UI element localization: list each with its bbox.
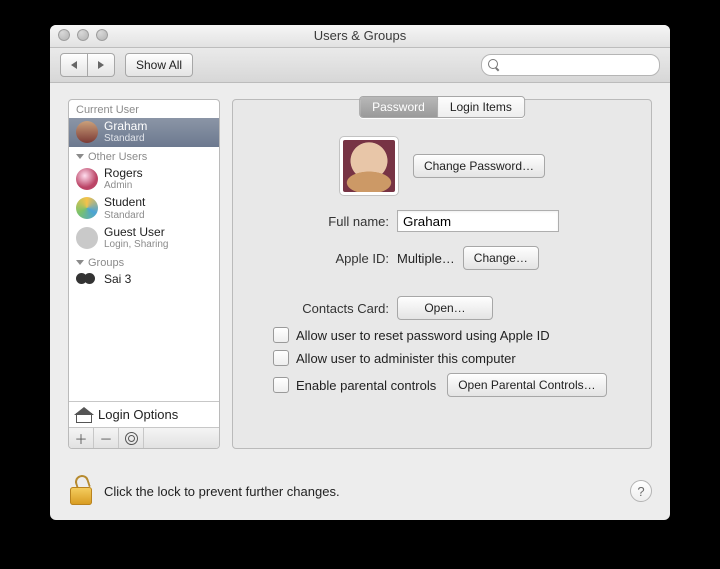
login-options-label: Login Options [98,407,178,422]
lock-hint-text: Click the lock to prevent further change… [104,484,340,499]
checkbox-administer[interactable] [273,350,289,366]
user-name: Rogers [104,167,143,180]
avatar-icon [76,197,98,219]
change-appleid-button[interactable]: Change… [463,246,539,270]
group-name: Sai 3 [104,273,131,286]
checkbox-row-reset[interactable]: Allow user to reset password using Apple… [273,327,633,343]
sidebar-action-menu[interactable] [119,428,144,448]
zoom-window-button[interactable] [96,29,108,41]
gear-icon [125,432,138,445]
sidebar-user-rogers[interactable]: Rogers Admin [69,165,219,194]
sidebar-header-other[interactable]: Other Users [69,147,219,165]
detail-panel: Password Login Items Change Password… Fu… [232,99,652,449]
search-input[interactable] [492,57,673,74]
user-role: Standard [104,210,145,221]
panel-tabs: Password Login Items [359,96,525,118]
search-field[interactable] [481,54,660,76]
open-contacts-button[interactable]: Open… [397,296,493,320]
titlebar: Users & Groups [50,25,670,48]
avatar-icon [76,227,98,249]
tab-login-items[interactable]: Login Items [438,97,524,117]
house-icon [76,408,92,422]
sidebar-group-0[interactable]: Sai 3 [69,271,219,290]
toolbar: Show All [50,48,670,83]
sidebar-user-guest[interactable]: Guest User Login, Sharing [69,224,219,253]
close-window-button[interactable] [58,29,70,41]
checkbox-label: Allow user to reset password using Apple… [296,328,550,343]
lock-icon[interactable] [68,476,94,506]
login-options-button[interactable]: Login Options [69,401,219,427]
sidebar-user-student[interactable]: Student Standard [69,194,219,223]
user-role: Admin [104,180,143,191]
sidebar-user-current[interactable]: Graham Standard [69,118,219,147]
footer: Click the lock to prevent further change… [68,476,652,506]
fullname-field[interactable] [397,210,559,232]
checkbox-row-parental[interactable]: Enable parental controls Open Parental C… [273,373,633,397]
user-role: Standard [104,133,147,144]
user-name: Student [104,196,145,209]
fullname-label: Full name: [251,214,389,229]
users-sidebar: Current User Graham Standard Other Users… [68,99,220,449]
checkbox-reset-appleid[interactable] [273,327,289,343]
checkbox-label: Allow user to administer this computer [296,351,516,366]
help-button[interactable]: ? [630,480,652,502]
avatar-icon [76,168,98,190]
open-parental-controls-button[interactable]: Open Parental Controls… [447,373,606,397]
minimize-window-button[interactable] [77,29,89,41]
back-button[interactable] [60,53,88,77]
tab-password[interactable]: Password [360,97,438,117]
user-role: Login, Sharing [104,239,169,250]
sidebar-header-current: Current User [69,100,219,118]
window-title: Users & Groups [314,28,406,43]
chevron-left-icon [71,61,77,69]
checkbox-label: Enable parental controls [296,378,436,393]
show-all-button[interactable]: Show All [125,53,193,77]
chevron-right-icon [98,61,104,69]
appleid-label: Apple ID: [251,251,389,266]
avatar-icon [76,121,98,143]
nav-buttons [60,53,115,77]
sidebar-header-groups[interactable]: Groups [69,253,219,271]
portrait-image [343,140,395,192]
user-portrait[interactable] [339,136,399,196]
change-password-button[interactable]: Change Password… [413,154,545,178]
user-name: Graham [104,120,147,133]
traffic-lights [58,29,108,41]
sidebar-footer: ＋ － [69,427,219,448]
appleid-value: Multiple… [397,251,455,266]
prefs-window: Users & Groups Show All Current User Gra… [50,25,670,520]
contacts-label: Contacts Card: [251,301,389,316]
checkbox-parental[interactable] [273,377,289,393]
user-name: Guest User [104,226,169,239]
remove-user-button[interactable]: － [94,428,119,448]
add-user-button[interactable]: ＋ [69,428,94,448]
checkbox-row-admin[interactable]: Allow user to administer this computer [273,350,633,366]
forward-button[interactable] [88,53,115,77]
group-silhouette-icon [76,273,98,287]
